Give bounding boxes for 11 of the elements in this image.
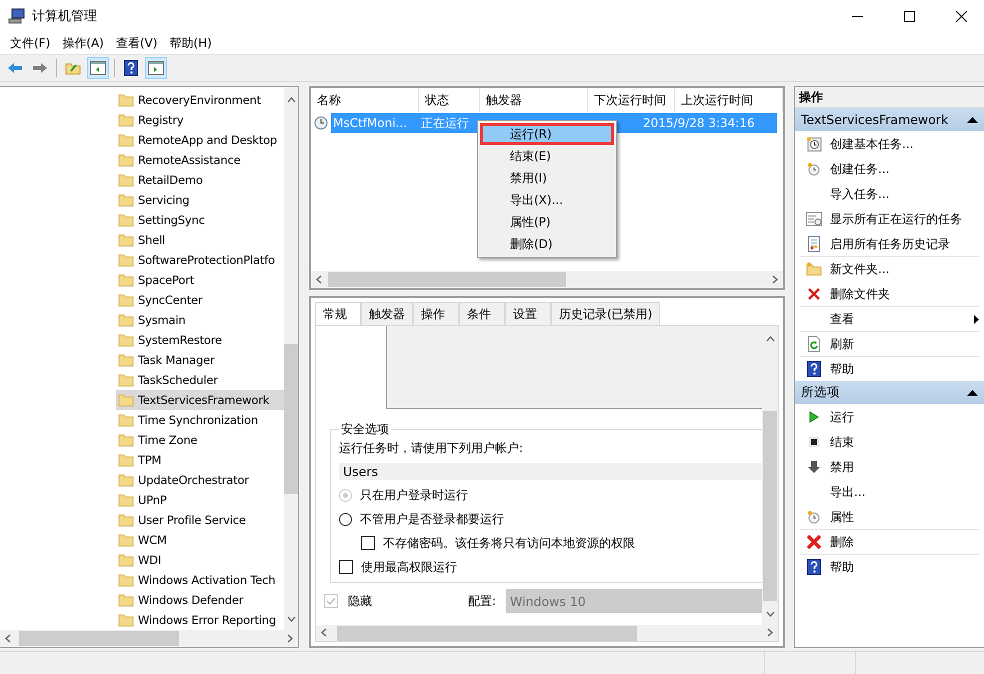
- hidden-label: 隐藏: [348, 592, 373, 610]
- group-title: 安全选项: [340, 421, 390, 438]
- user-account-field: Users: [339, 463, 762, 480]
- window-title: 计算机管理: [32, 8, 98, 25]
- option-label: 不存储密码。该任务将只有访问本地资源的权限: [383, 534, 635, 552]
- actions-header: 操作: [795, 87, 984, 108]
- option-label: 不管用户是否登录都要运行: [360, 510, 504, 528]
- account-prompt: 运行任务时，请使用下列用户帐户:: [339, 440, 524, 457]
- option-label: 只在用户登录时运行: [360, 486, 468, 504]
- config-label: 配置:: [468, 592, 496, 610]
- option-label: 使用最高权限运行: [361, 558, 457, 576]
